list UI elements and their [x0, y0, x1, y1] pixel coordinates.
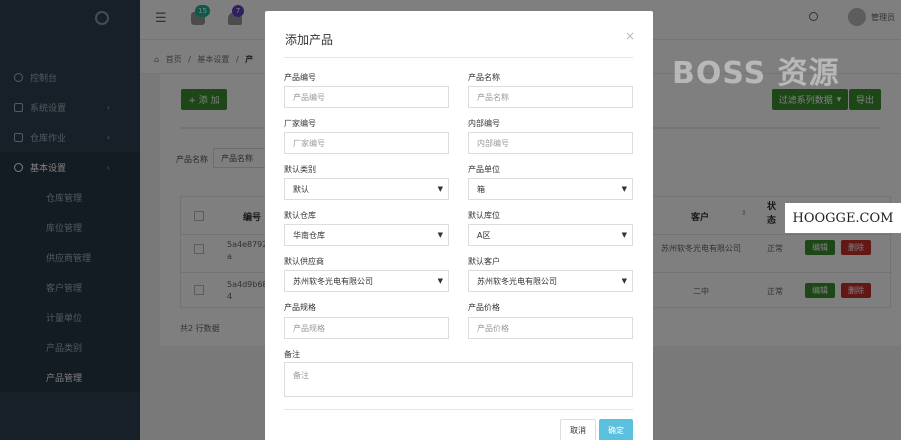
- supplier-select[interactable]: 苏州软冬光电有限公司 ▼: [284, 270, 449, 292]
- note-textarea[interactable]: 备注: [284, 362, 633, 397]
- unit-select[interactable]: 箱 ▼: [468, 178, 633, 200]
- select-value: 箱: [477, 185, 485, 194]
- field-label: 产品价格: [468, 303, 500, 312]
- spec-input[interactable]: 产品规格: [284, 317, 449, 339]
- internal-code-input[interactable]: 内部编号: [468, 132, 633, 154]
- select-value: 苏州软冬光电有限公司: [477, 277, 557, 286]
- product-code-input[interactable]: 产品编号: [284, 86, 449, 108]
- field-label: 厂家编号: [284, 119, 316, 128]
- field-label: 默认库位: [468, 211, 500, 220]
- cancel-button[interactable]: 取消: [560, 419, 596, 440]
- caret-down-icon: ▼: [437, 185, 443, 193]
- watermark-site: HOOGGE.COM: [785, 203, 901, 233]
- field-label: 默认供应商: [284, 257, 324, 266]
- warehouse-select[interactable]: 华南仓库 ▼: [284, 224, 449, 246]
- divider: [284, 409, 633, 410]
- close-icon[interactable]: ×: [625, 29, 635, 43]
- field-label: 产品编号: [284, 73, 316, 82]
- field-label: 内部编号: [468, 119, 500, 128]
- field-label: 默认类别: [284, 165, 316, 174]
- caret-down-icon: ▼: [621, 185, 627, 193]
- caret-down-icon: ▼: [437, 277, 443, 285]
- caret-down-icon: ▼: [437, 231, 443, 239]
- field-label: 产品名称: [468, 73, 500, 82]
- customer-select[interactable]: 苏州软冬光电有限公司 ▼: [468, 270, 633, 292]
- field-label: 备注: [284, 350, 300, 359]
- divider: [284, 57, 633, 58]
- price-input[interactable]: 产品价格: [468, 317, 633, 339]
- field-label: 默认仓库: [284, 211, 316, 220]
- modal-title: 添加产品: [285, 33, 334, 47]
- field-label: 产品规格: [284, 303, 316, 312]
- select-value: 华南仓库: [293, 231, 325, 240]
- product-name-input[interactable]: 产品名称: [468, 86, 633, 108]
- caret-down-icon: ▼: [621, 277, 627, 285]
- factory-code-input[interactable]: 厂家编号: [284, 132, 449, 154]
- location-select[interactable]: A区 ▼: [468, 224, 633, 246]
- caret-down-icon: ▼: [621, 231, 627, 239]
- field-label: 产品单位: [468, 165, 500, 174]
- confirm-button[interactable]: 确定: [599, 419, 633, 440]
- select-value: 苏州软冬光电有限公司: [293, 277, 373, 286]
- select-value: 默认: [293, 185, 309, 194]
- field-label: 默认客户: [468, 257, 500, 266]
- watermark-logo: BOSS 资源: [672, 56, 840, 91]
- category-select[interactable]: 默认 ▼: [284, 178, 449, 200]
- select-value: A区: [477, 231, 491, 240]
- add-product-modal: 添加产品 × 产品编号 产品编号 产品名称 产品名称 厂家编号 厂家编号 内部编…: [265, 11, 653, 440]
